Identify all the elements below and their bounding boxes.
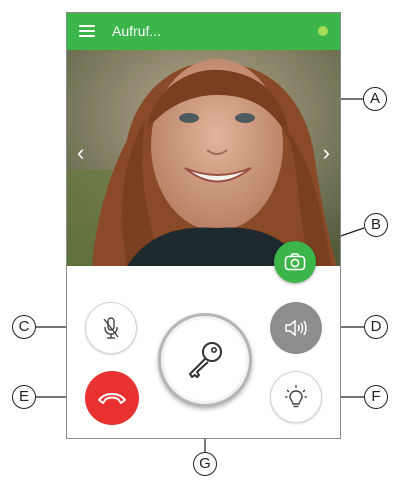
top-bar: Aufruf... [67,13,340,50]
door-open-button[interactable] [158,313,252,407]
callout-d: D [364,315,388,339]
visitor-image [67,50,340,266]
previous-camera-arrow[interactable]: ‹ [77,140,84,166]
next-camera-arrow[interactable]: › [323,140,330,166]
menu-icon[interactable] [79,25,95,37]
light-button[interactable] [270,371,322,423]
callout-f: F [364,385,388,409]
key-icon [189,342,222,378]
callout-c: C [12,315,36,339]
mute-button[interactable] [85,302,137,354]
callout-b: B [364,213,388,237]
speaker-icon [285,319,307,337]
camera-icon [284,253,306,271]
lightbulb-icon [285,385,307,408]
speaker-button[interactable] [270,302,322,354]
callout-a: A [363,87,387,111]
call-status-title: Aufruf... [112,23,162,39]
snapshot-button[interactable] [274,241,316,283]
hang-up-button[interactable] [85,371,139,425]
app-screen: Aufruf... ‹ › [66,12,341,439]
callout-g: G [193,452,217,476]
callout-e: E [12,385,36,409]
microphone-off-icon [103,317,119,339]
video-feed: ‹ › [67,50,340,266]
status-indicator [318,26,328,36]
phone-hangup-icon [98,393,126,404]
